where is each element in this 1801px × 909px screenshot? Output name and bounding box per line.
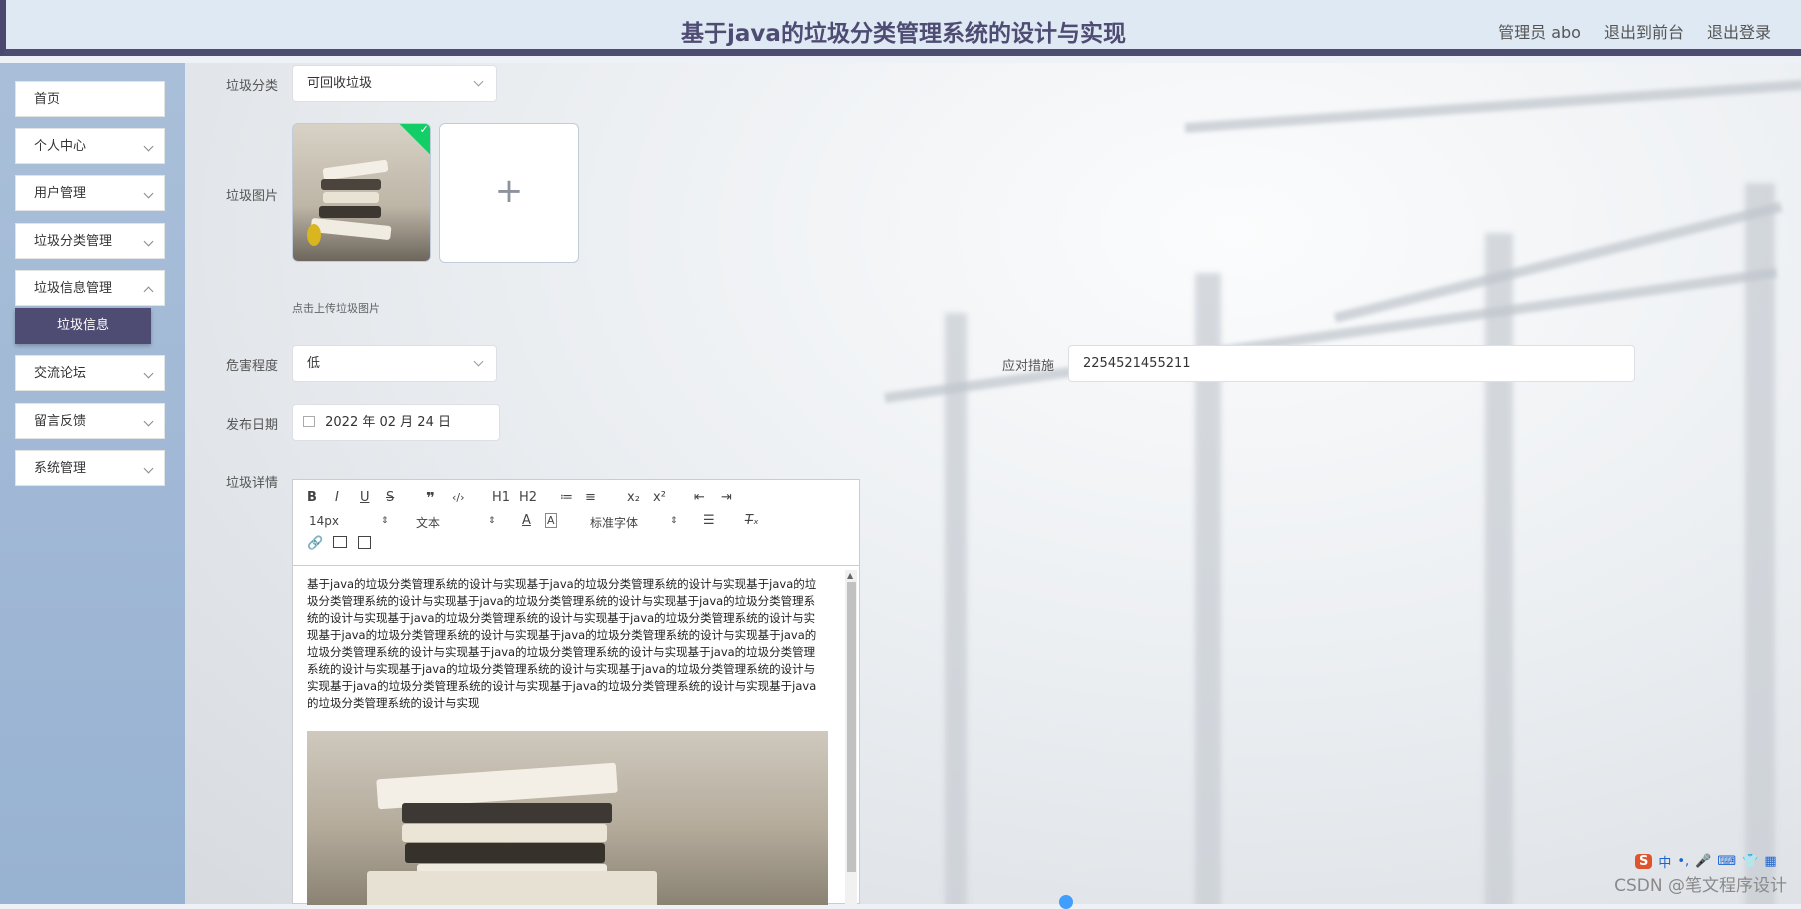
ime-toolbar: S 中 •, 🎤 ⌨ 👕 ▦ [1635, 850, 1777, 872]
ordered-list-button[interactable]: ≔ [560, 490, 573, 505]
video-icon[interactable] [358, 536, 371, 549]
admin-user-link[interactable]: 管理员 abo [1498, 19, 1581, 43]
measure-input[interactable]: 2254521455211 [1068, 345, 1635, 382]
bold-button[interactable]: B [307, 490, 317, 505]
sidebar-item-label: 系统管理 [34, 461, 87, 476]
measure-value: 2254521455211 [1083, 356, 1191, 371]
font-size-select[interactable]: 14px ⇕ [309, 514, 389, 528]
category-label: 垃圾分类 [226, 79, 279, 94]
font-size-value: 14px [309, 514, 339, 528]
sidebar-item-label: 用户管理 [34, 186, 87, 201]
ime-skin-icon[interactable]: 👕 [1742, 854, 1758, 869]
danger-level-select[interactable]: 低 [292, 345, 497, 382]
scroll-up-icon[interactable]: ▲ [847, 571, 853, 580]
select-arrow-icon: ⇕ [670, 516, 678, 526]
chevron-down-icon [143, 416, 154, 427]
uploaded-image-thumbnail[interactable]: ✓ [292, 123, 431, 262]
image-icon[interactable] [333, 536, 347, 548]
ime-menu-icon[interactable]: ▦ [1764, 854, 1776, 869]
ime-voice-icon[interactable]: 🎤 [1695, 854, 1711, 869]
back-to-frontend-link[interactable]: 退出到前台 [1604, 19, 1684, 43]
code-block-button[interactable]: ‹/› [452, 491, 465, 504]
select-arrow-icon: ⇕ [488, 516, 496, 526]
editor-scrollbar[interactable]: ▲ [845, 570, 857, 905]
logout-link[interactable]: 退出登录 [1707, 19, 1771, 43]
sidebar-item-garbage-info-management[interactable]: 垃圾信息管理 [15, 270, 165, 306]
plus-icon: + [494, 171, 524, 211]
editor-content-image [307, 731, 828, 905]
chevron-down-icon [143, 188, 154, 199]
category-select[interactable]: 可回收垃圾 [292, 65, 497, 102]
sidebar-item-home[interactable]: 首页 [15, 81, 165, 117]
sidebar-subitem-garbage-info[interactable]: 垃圾信息 [15, 308, 151, 344]
outdent-button[interactable]: ⇤ [694, 490, 705, 505]
sidebar-item-label: 个人中心 [34, 139, 87, 154]
date-label: 发布日期 [226, 418, 279, 433]
date-value: 2022 年 02 月 24 日 [325, 415, 451, 430]
chevron-up-icon [143, 286, 154, 297]
sidebar-item-personal-center[interactable]: 个人中心 [15, 128, 165, 164]
italic-button[interactable]: I [335, 490, 339, 505]
sidebar-item-label: 垃圾分类管理 [34, 234, 113, 249]
top-header: 基于java的垃圾分类管理系统的设计与实现 管理员 abo 退出到前台 退出登录 [0, 0, 1801, 56]
calendar-icon [303, 416, 315, 427]
header2-button[interactable]: H2 [519, 490, 537, 505]
subscript-button[interactable]: x₂ [627, 490, 640, 505]
watermark: CSDN @笔文程序设计 [1614, 876, 1787, 896]
detail-label: 垃圾详情 [226, 476, 279, 491]
sidebar-item-forum[interactable]: 交流论坛 [15, 355, 165, 391]
category-value: 可回收垃圾 [307, 76, 373, 91]
scrollbar-thumb[interactable] [847, 582, 856, 872]
danger-level-value: 低 [307, 356, 321, 371]
clear-format-icon[interactable]: T̶ₓ [745, 513, 759, 528]
background-color-icon[interactable]: A [545, 513, 557, 528]
underline-button[interactable]: U [360, 490, 370, 505]
chevron-down-icon [143, 463, 154, 474]
rich-text-editor[interactable]: B I U S ❞ ‹/› H1 H2 ≔ ≡ x₂ x² ⇤ ⇥ 14px ⇕… [292, 479, 860, 905]
upload-success-badge: ✓ [398, 123, 430, 156]
sidebar-item-label: 留言反馈 [34, 414, 87, 429]
ime-keyboard-icon[interactable]: ⌨ [1717, 854, 1736, 869]
blockquote-button[interactable]: ❞ [426, 489, 435, 507]
superscript-button[interactable]: x² [653, 490, 666, 505]
link-icon[interactable]: 🔗 [307, 536, 323, 551]
font-color-icon[interactable]: A [522, 513, 531, 528]
chevron-down-icon [473, 356, 484, 367]
align-icon[interactable]: ☰ [703, 513, 715, 528]
font-family-select[interactable]: 标准字体 ⇕ [590, 514, 680, 531]
ime-chinese-mode[interactable]: 中 [1658, 852, 1671, 871]
chevron-down-icon [473, 76, 484, 87]
ime-punctuation-icon[interactable]: •, [1677, 854, 1689, 869]
sidebar-item-category-management[interactable]: 垃圾分类管理 [15, 223, 165, 259]
editor-content-text[interactable]: 基于java的垃圾分类管理系统的设计与实现基于java的垃圾分类管理系统的设计与… [307, 576, 823, 712]
danger-level-label: 危害程度 [226, 359, 279, 374]
cursor-indicator [1059, 895, 1073, 909]
check-icon: ✓ [419, 123, 429, 136]
sidebar-item-system-management[interactable]: 系统管理 [15, 450, 165, 486]
text-type-select[interactable]: 文本 ⇕ [416, 514, 496, 531]
text-type-value: 文本 [416, 516, 441, 530]
chevron-down-icon [143, 236, 154, 247]
chevron-down-icon [143, 141, 154, 152]
sidebar-item-label: 交流论坛 [34, 366, 87, 381]
header1-button[interactable]: H1 [492, 490, 510, 505]
image-upload-button[interactable]: + [439, 123, 579, 263]
chevron-down-icon [143, 368, 154, 379]
bullet-list-button[interactable]: ≡ [585, 490, 596, 505]
header-links: 管理员 abo 退出到前台 退出登录 [1498, 19, 1771, 43]
font-family-value: 标准字体 [590, 516, 639, 530]
indent-button[interactable]: ⇥ [721, 490, 732, 505]
ime-brand-icon[interactable]: S [1635, 853, 1653, 869]
image-label: 垃圾图片 [226, 189, 279, 204]
measure-label: 应对措施 [1002, 359, 1055, 374]
sidebar-item-feedback[interactable]: 留言反馈 [15, 403, 165, 439]
sidebar-item-user-management[interactable]: 用户管理 [15, 175, 165, 211]
sidebar-item-label: 首页 [34, 92, 61, 107]
select-arrow-icon: ⇕ [381, 516, 389, 526]
upload-hint: 点击上传垃圾图片 [292, 302, 380, 315]
strike-button[interactable]: S [386, 490, 394, 505]
editor-toolbar: B I U S ❞ ‹/› H1 H2 ≔ ≡ x₂ x² ⇤ ⇥ 14px ⇕… [293, 480, 859, 566]
date-picker[interactable]: 2022 年 02 月 24 日 [292, 404, 500, 441]
sidebar-item-label: 垃圾信息管理 [34, 281, 113, 296]
